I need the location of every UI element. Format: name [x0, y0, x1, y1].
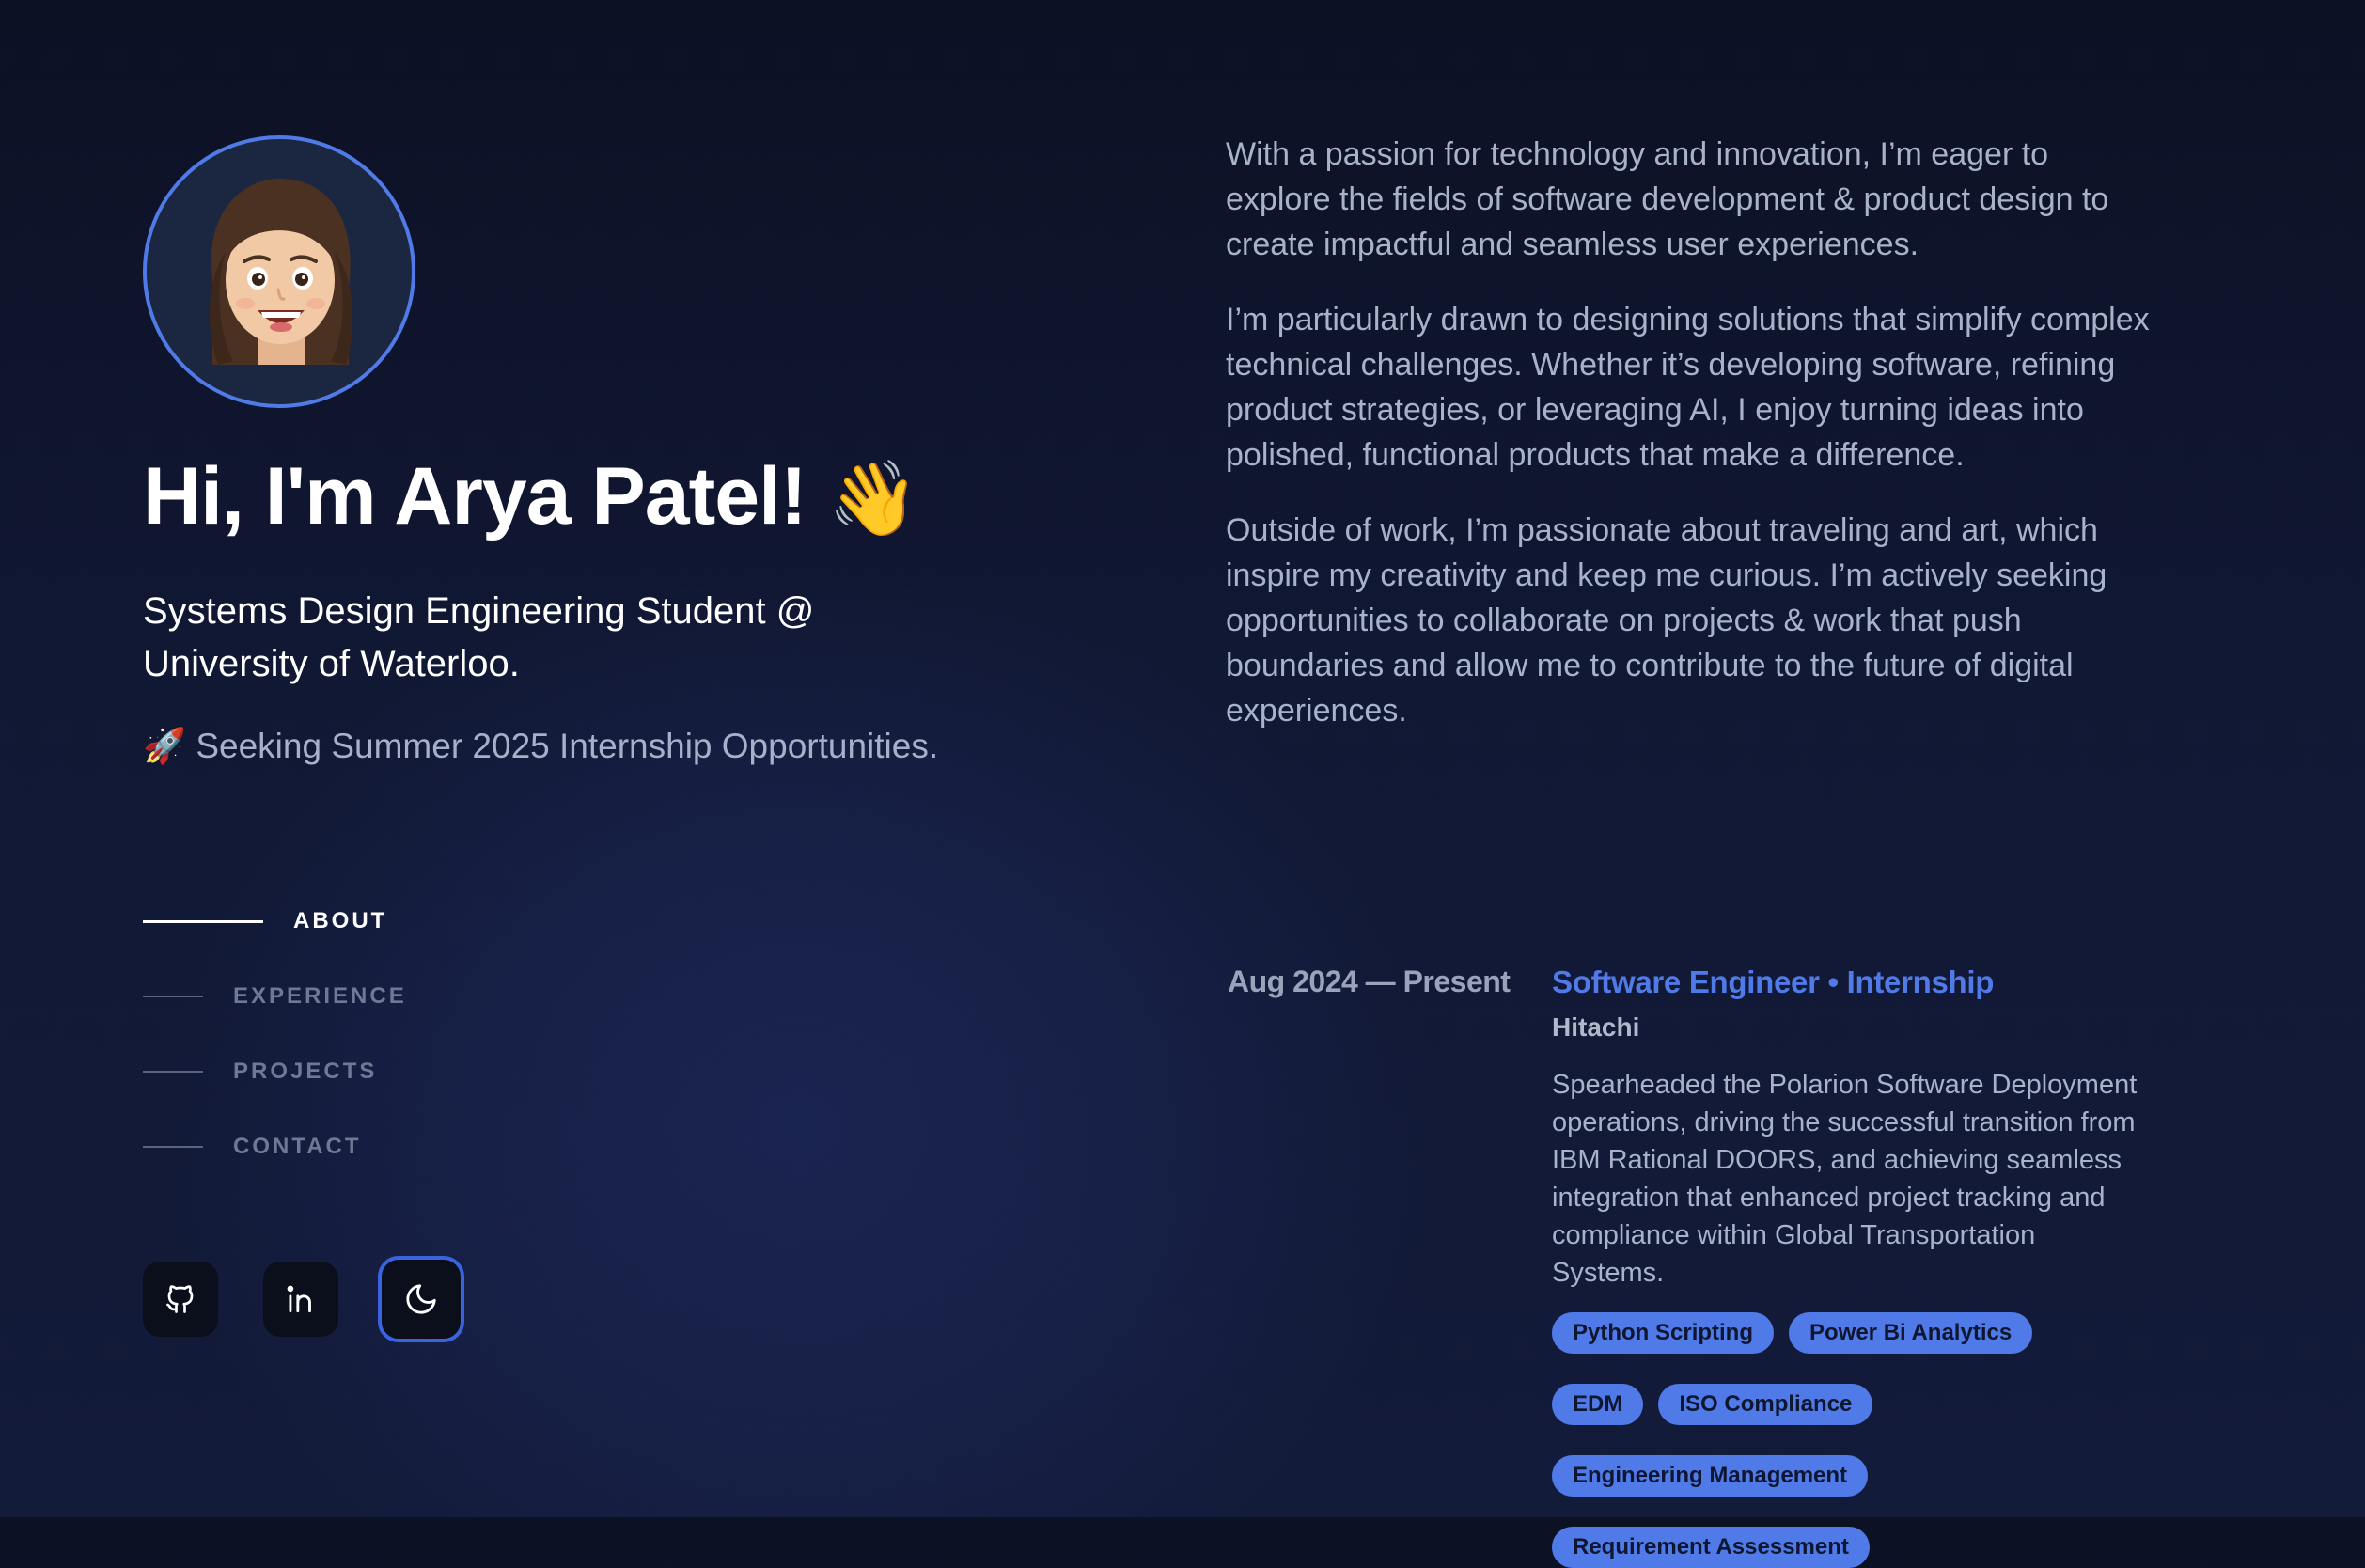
section-nav: ABOUT EXPERIENCE PROJECTS CONTACT: [143, 884, 407, 1184]
skill-tag: EDM: [1552, 1384, 1644, 1425]
experience-description: Spearheaded the Polarion Software Deploy…: [1552, 1070, 2138, 1288]
skill-tag: ISO Compliance: [1658, 1384, 1873, 1425]
nav-item-about[interactable]: ABOUT: [143, 884, 407, 959]
hero-title: Hi, I'm Arya Patel! 👋: [143, 440, 919, 555]
experience-company: Hitachi: [1552, 1012, 1640, 1042]
social-links: [143, 1256, 464, 1342]
nav-indicator-line: [143, 996, 203, 997]
github-button[interactable]: [143, 1262, 218, 1337]
about-paragraph: I’m particularly drawn to designing solu…: [1226, 302, 2150, 473]
nav-label: PROJECTS: [233, 1058, 378, 1084]
nav-item-projects[interactable]: PROJECTS: [143, 1034, 407, 1109]
skill-tag: Requirement Assessment: [1552, 1527, 1870, 1568]
hero-title-text: Hi, I'm Arya Patel!: [143, 451, 807, 541]
skill-tag: Python Scripting: [1552, 1312, 1774, 1354]
skill-tag: Engineering Management: [1552, 1455, 1869, 1497]
nav-label: EXPERIENCE: [233, 983, 407, 1009]
skill-tags: Python Scripting Power Bi Analytics EDM …: [1552, 1312, 2154, 1568]
nav-label: CONTACT: [233, 1134, 362, 1159]
nav-indicator-line: [143, 1071, 203, 1073]
theme-toggle-button[interactable]: [378, 1256, 464, 1342]
experience-date: Aug 2024 — Present: [1228, 964, 1511, 998]
nav-indicator-line: [143, 919, 263, 923]
memoji-avatar-icon: [209, 178, 353, 365]
moon-icon: [406, 1284, 436, 1314]
about-section: With a passion for technology and innova…: [1226, 132, 2156, 763]
experience-body: Software Engineer • Internship Hitachi S…: [1552, 959, 2154, 1568]
linkedin-icon: [287, 1285, 311, 1313]
nav-item-contact[interactable]: CONTACT: [143, 1109, 407, 1184]
nav-indicator-line: [143, 1146, 203, 1148]
github-icon: [166, 1285, 194, 1313]
nav-item-experience[interactable]: EXPERIENCE: [143, 959, 407, 1034]
nav-label: ABOUT: [293, 908, 388, 933]
seeking-text: 🚀 Seeking Summer 2025 Internship Opportu…: [143, 727, 939, 765]
experience-title[interactable]: Software Engineer • Internship: [1552, 959, 2154, 1006]
about-paragraph: With a passion for technology and innova…: [1226, 136, 2109, 262]
avatar: [143, 135, 415, 408]
hero-subtitle: Systems Design Engineering Student @ Uni…: [143, 590, 815, 684]
linkedin-button[interactable]: [263, 1262, 338, 1337]
about-paragraph: Outside of work, I’m passionate about tr…: [1226, 512, 2107, 729]
skill-tag: Power Bi Analytics: [1789, 1312, 2033, 1354]
wave-emoji-icon: 👋: [827, 457, 919, 540]
